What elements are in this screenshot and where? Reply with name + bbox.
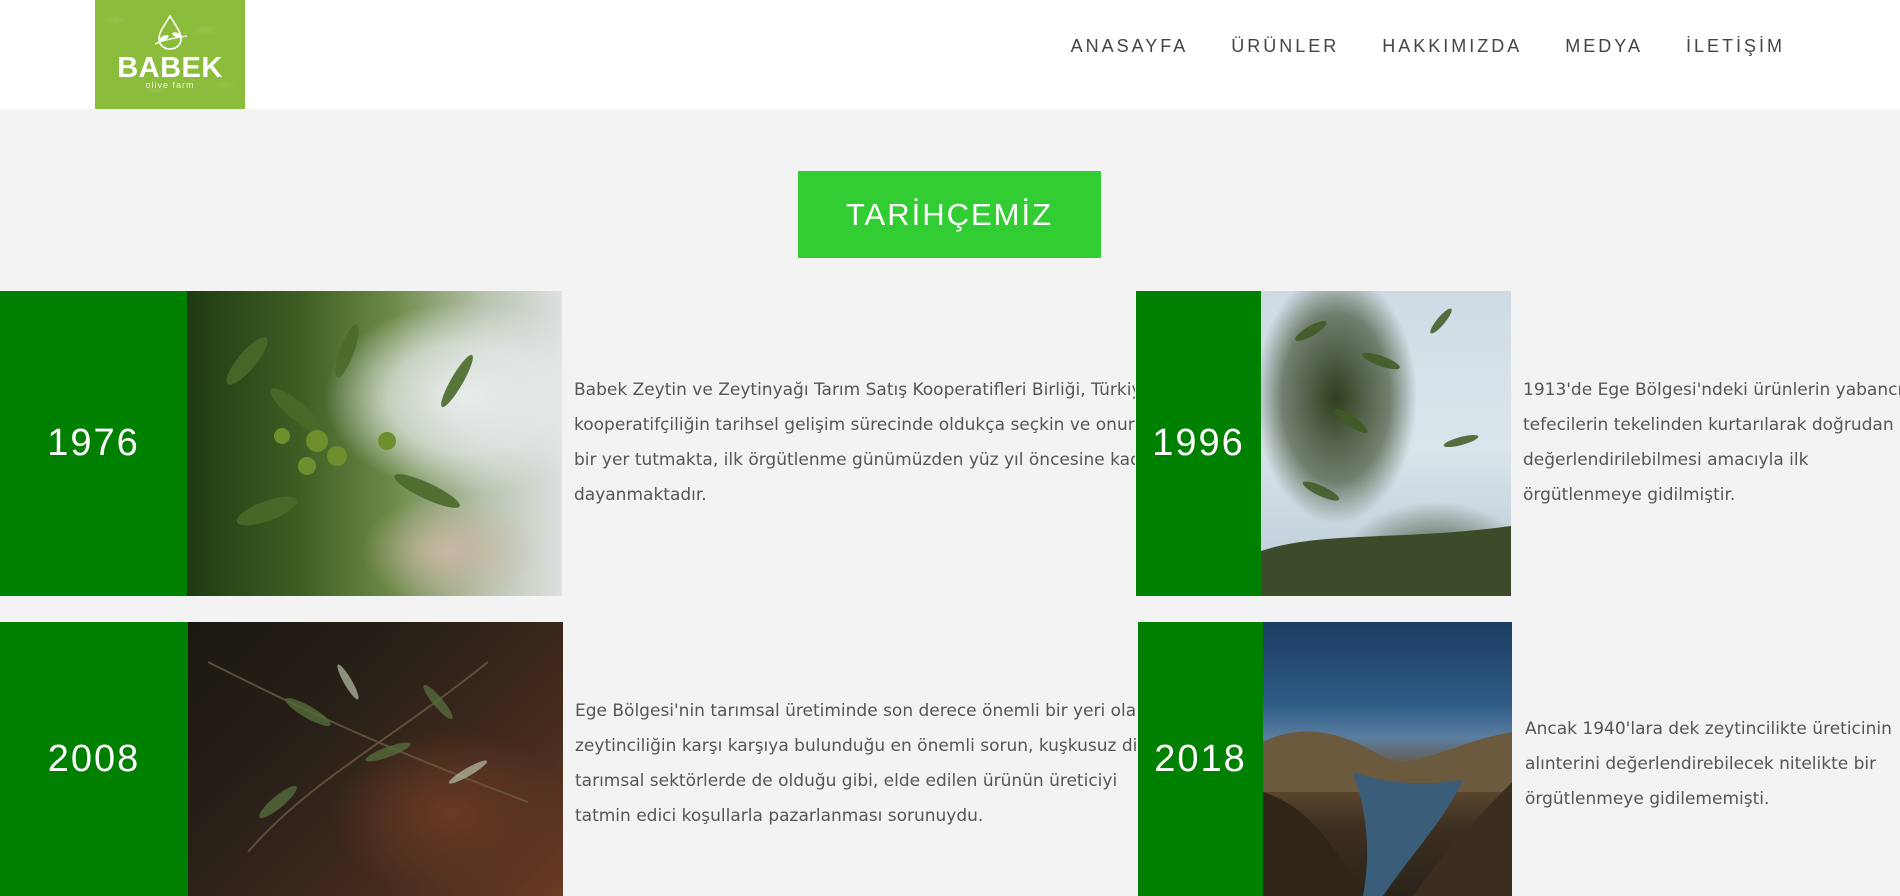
text-line: tefecilerin tekelinden kurtarılarak doğr… [1523, 415, 1894, 435]
nav-item-anasayfa[interactable]: ANASAYFA [1071, 36, 1189, 57]
text-line: Ege Bölgesi'nin tarımsal üretiminde son … [575, 701, 1136, 721]
text-line: değerlendirilebilmesi amacıyla ilk [1523, 450, 1809, 470]
timeline-year-2018: 2018 [1138, 622, 1263, 896]
nav-item-hakkimizda[interactable]: HAKKIMIZDA [1382, 36, 1522, 57]
nav-item-iletisim[interactable]: İLETİŞİM [1686, 36, 1785, 57]
timeline-image-dark-branches [188, 622, 563, 896]
text-line: 1913'de Ege Bölgesi'ndeki ürünlerin yaba… [1523, 380, 1900, 400]
logo[interactable]: BABEK olive farm [95, 0, 245, 109]
text-line: zeytinciliğin karşı karşıya bulunduğu en… [575, 736, 1136, 756]
timeline-year-2008: 2008 [0, 622, 188, 896]
timeline-text-1996: 1913'de Ege Bölgesi'ndeki ürünlerin yaba… [1523, 373, 1900, 513]
text-line: tatmin edici koşullarla pazarlanması sor… [575, 806, 984, 826]
text-line: bir yer tutmakta, ilk örgütlenme günümüz… [574, 450, 1135, 470]
timeline-text-2008: Ege Bölgesi'nin tarımsal üretiminde son … [575, 694, 1136, 834]
text-line: Ancak 1940'lara dek zeytincilikte üretic… [1525, 719, 1892, 739]
timeline-text-2018: Ancak 1940'lara dek zeytincilikte üretic… [1525, 712, 1900, 817]
text-line: kooperatifçiliğin tarihsel gelişim sürec… [574, 415, 1135, 435]
text-line: dayanmaktadır. [574, 485, 707, 505]
text-line: alınterini değerlendirebilecek nitelikte… [1525, 754, 1877, 774]
main-nav: ANASAYFA ÜRÜNLER HAKKIMIZDA MEDYA İLETİŞ… [1071, 36, 1785, 57]
olive-drop-icon [154, 14, 188, 50]
text-line: örgütlenmeye gidilmiştir. [1523, 485, 1736, 505]
timeline-year-1996: 1996 [1136, 291, 1261, 596]
text-line: örgütlenmeye gidilememişti. [1525, 789, 1770, 809]
timeline-image-olive-branch [187, 291, 562, 596]
timeline-image-olive-tree [1261, 291, 1511, 596]
timeline-year-1976: 1976 [0, 291, 187, 596]
text-line: tarımsal sektörlerde de olduğu gibi, eld… [575, 771, 1118, 791]
nav-item-urunler[interactable]: ÜRÜNLER [1231, 36, 1339, 57]
text-line: Babek Zeytin ve Zeytinyağı Tarım Satış K… [574, 380, 1135, 400]
nav-item-medya[interactable]: MEDYA [1565, 36, 1643, 57]
timeline-text-1976: Babek Zeytin ve Zeytinyağı Tarım Satış K… [574, 373, 1135, 513]
site-header: BABEK olive farm ANASAYFA ÜRÜNLER HAKKIM… [0, 0, 1900, 109]
timeline-image-river-valley [1263, 622, 1512, 896]
logo-subtitle: olive farm [145, 80, 195, 90]
section-title-button[interactable]: TARİHÇEMİZ [798, 171, 1101, 258]
